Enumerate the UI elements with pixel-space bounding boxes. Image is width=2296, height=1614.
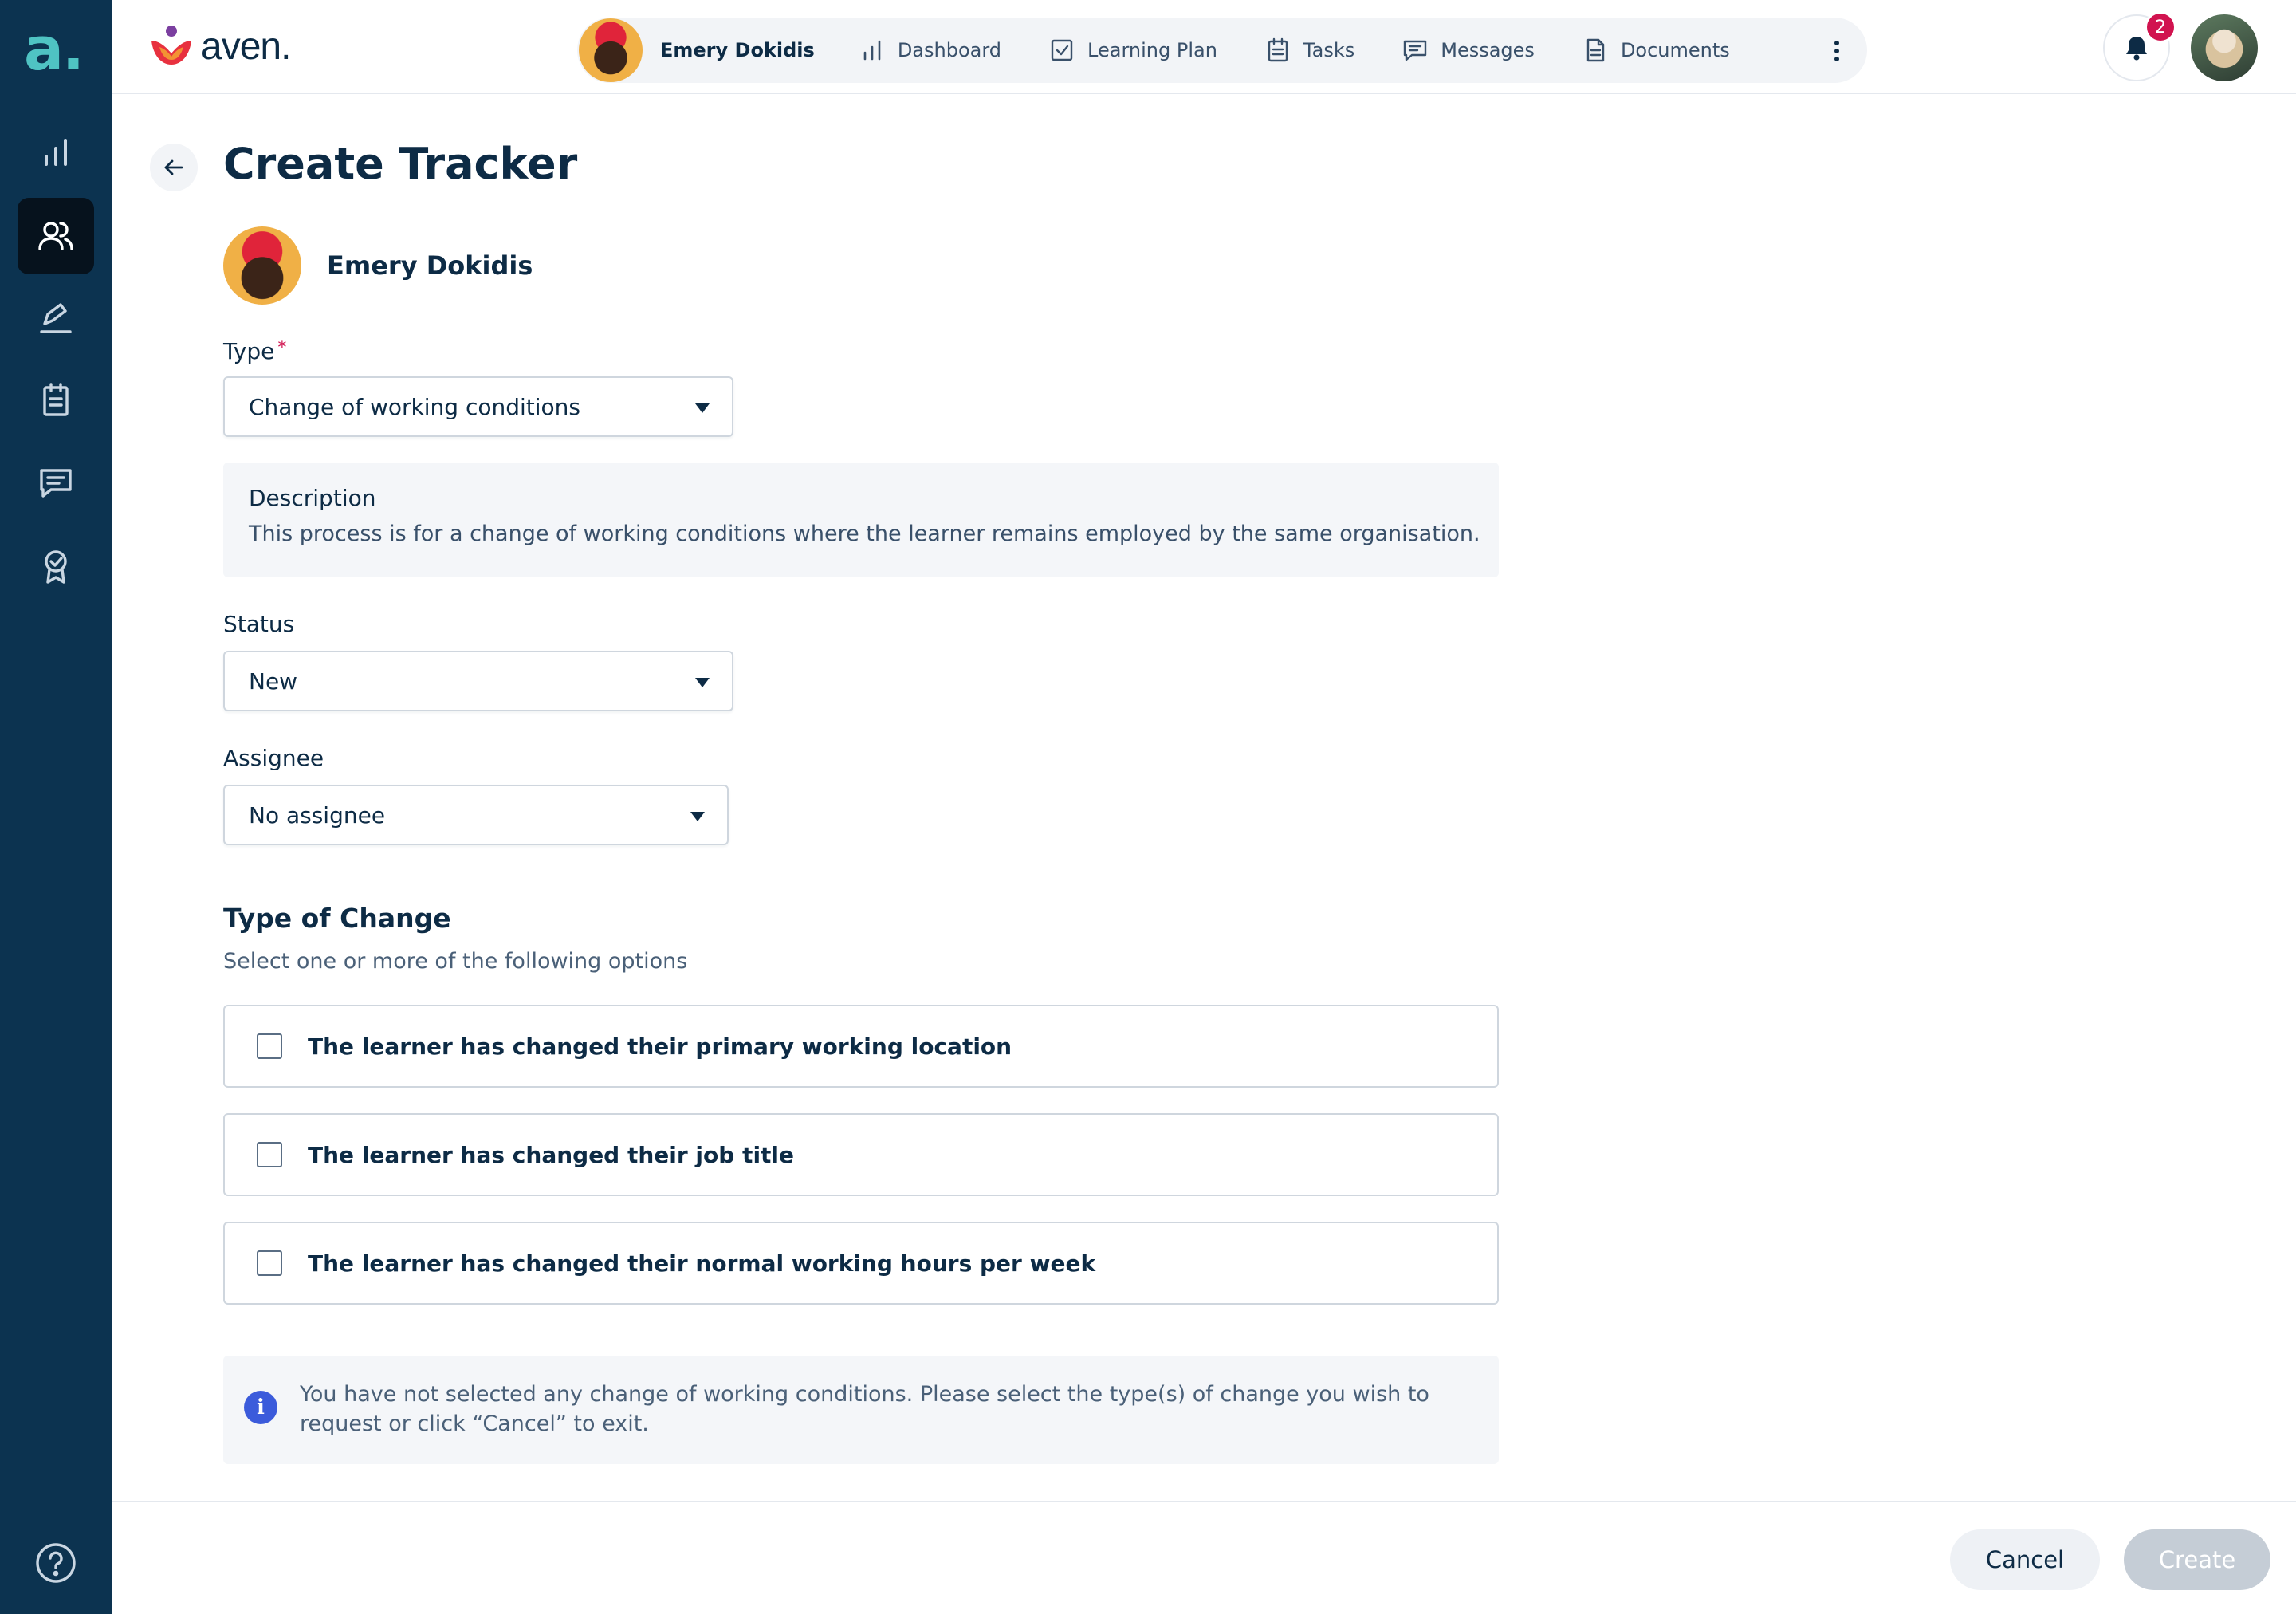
user-avatar[interactable] [2191, 14, 2258, 81]
rail-dashboard-button[interactable] [18, 115, 94, 191]
nav-documents[interactable]: Documents [1582, 37, 1730, 63]
arrow-left-icon [164, 159, 183, 175]
change-option-label: The learner has changed their job title [308, 1141, 795, 1168]
learner-nav: Emery Dokidis Dashboard Learning Plan Ta… [577, 18, 1867, 83]
bar-chart-icon [45, 139, 67, 166]
type-of-change-title: Type of Change [223, 903, 451, 934]
learner-name-heading: Emery Dokidis [327, 250, 533, 281]
info-icon: i [244, 1391, 277, 1424]
checkbox[interactable] [257, 1250, 282, 1276]
caret-down-icon [690, 812, 705, 821]
assignee-label: Assignee [223, 745, 324, 771]
checkbox[interactable] [257, 1142, 282, 1167]
bell-icon [2126, 37, 2147, 61]
rail-tasks-button[interactable] [18, 362, 94, 439]
nav-learning-plan-label: Learning Plan [1087, 39, 1217, 61]
change-option-hours[interactable]: The learner has changed their normal wor… [223, 1222, 1499, 1305]
create-tracker-form: Create Tracker Emery Dokidis Type * Chang… [112, 94, 2296, 1501]
more-vertical-icon[interactable] [1834, 40, 1840, 62]
info-message: You have not selected any change of work… [300, 1382, 1429, 1436]
back-button[interactable] [150, 144, 198, 191]
nav-dashboard[interactable]: Dashboard [859, 37, 1001, 63]
message-icon [1404, 40, 1427, 61]
rail-sign-button[interactable] [18, 279, 94, 356]
description-panel [223, 463, 1499, 577]
caret-down-icon [695, 678, 710, 687]
type-label-text: Type [223, 338, 275, 364]
brand-logo[interactable]: aven. [148, 22, 291, 70]
cancel-button[interactable]: Cancel [1950, 1529, 2100, 1590]
description-title: Description [249, 485, 376, 511]
learner-name[interactable]: Emery Dokidis [660, 39, 815, 61]
nav-messages[interactable]: Messages [1402, 37, 1535, 63]
rail-people-button[interactable] [18, 198, 94, 274]
nav-tasks[interactable]: Tasks [1265, 37, 1354, 63]
document-icon [1586, 38, 1605, 62]
type-of-change-subtitle: Select one or more of the following opti… [223, 949, 688, 974]
status-select-value: New [249, 667, 298, 695]
type-select[interactable]: Change of working conditions [223, 376, 733, 437]
checkbox-icon [1051, 39, 1073, 61]
award-badge-icon [45, 550, 67, 584]
status-select[interactable]: New [223, 651, 733, 711]
checkbox[interactable] [257, 1033, 282, 1059]
page-title: Create Tracker [223, 139, 578, 189]
nav-learning-plan[interactable]: Learning Plan [1049, 37, 1217, 63]
change-option-location[interactable]: The learner has changed their primary wo… [223, 1005, 1499, 1088]
caret-down-icon [695, 404, 710, 413]
bar-chart-icon [863, 40, 881, 61]
type-select-value: Change of working conditions [249, 393, 580, 420]
rail-badge-button[interactable] [18, 528, 94, 604]
description-text: This process is for a change of working … [249, 522, 1480, 546]
change-option-label: The learner has changed their normal wor… [308, 1250, 1096, 1277]
learner-avatar-large [223, 226, 301, 305]
assignee-select-value: No assignee [249, 801, 386, 829]
change-option-label: The learner has changed their primary wo… [308, 1033, 1012, 1060]
notification-count-badge: 2 [2145, 11, 2176, 43]
rail-messages-button[interactable] [18, 445, 94, 522]
status-label: Status [223, 611, 295, 637]
message-icon [40, 469, 72, 498]
type-label: Type * [223, 338, 286, 364]
app-logo[interactable]: a. [24, 20, 88, 79]
users-icon [38, 222, 73, 250]
nav-tasks-label: Tasks [1303, 39, 1355, 61]
clipboard-icon [43, 383, 69, 416]
pen-signature-icon [40, 303, 72, 333]
create-button[interactable]: Create [2124, 1529, 2270, 1590]
required-marker: * [277, 338, 287, 358]
change-option-job-title[interactable]: The learner has changed their job title [223, 1113, 1499, 1196]
nav-dashboard-label: Dashboard [897, 39, 1002, 61]
nav-documents-label: Documents [1620, 39, 1730, 61]
top-bar: aven. Emery Dokidis Dashboard Learning P… [112, 0, 2296, 94]
brand-name: aven. [201, 25, 291, 68]
help-icon[interactable] [35, 1542, 77, 1584]
clipboard-icon [1268, 37, 1288, 62]
form-footer: Cancel Create [112, 1501, 2296, 1614]
aven-flower-icon [151, 26, 191, 65]
assignee-select[interactable]: No assignee [223, 785, 729, 845]
left-rail: a. [0, 0, 112, 1614]
nav-messages-label: Messages [1441, 39, 1535, 61]
learner-avatar[interactable] [579, 18, 643, 82]
